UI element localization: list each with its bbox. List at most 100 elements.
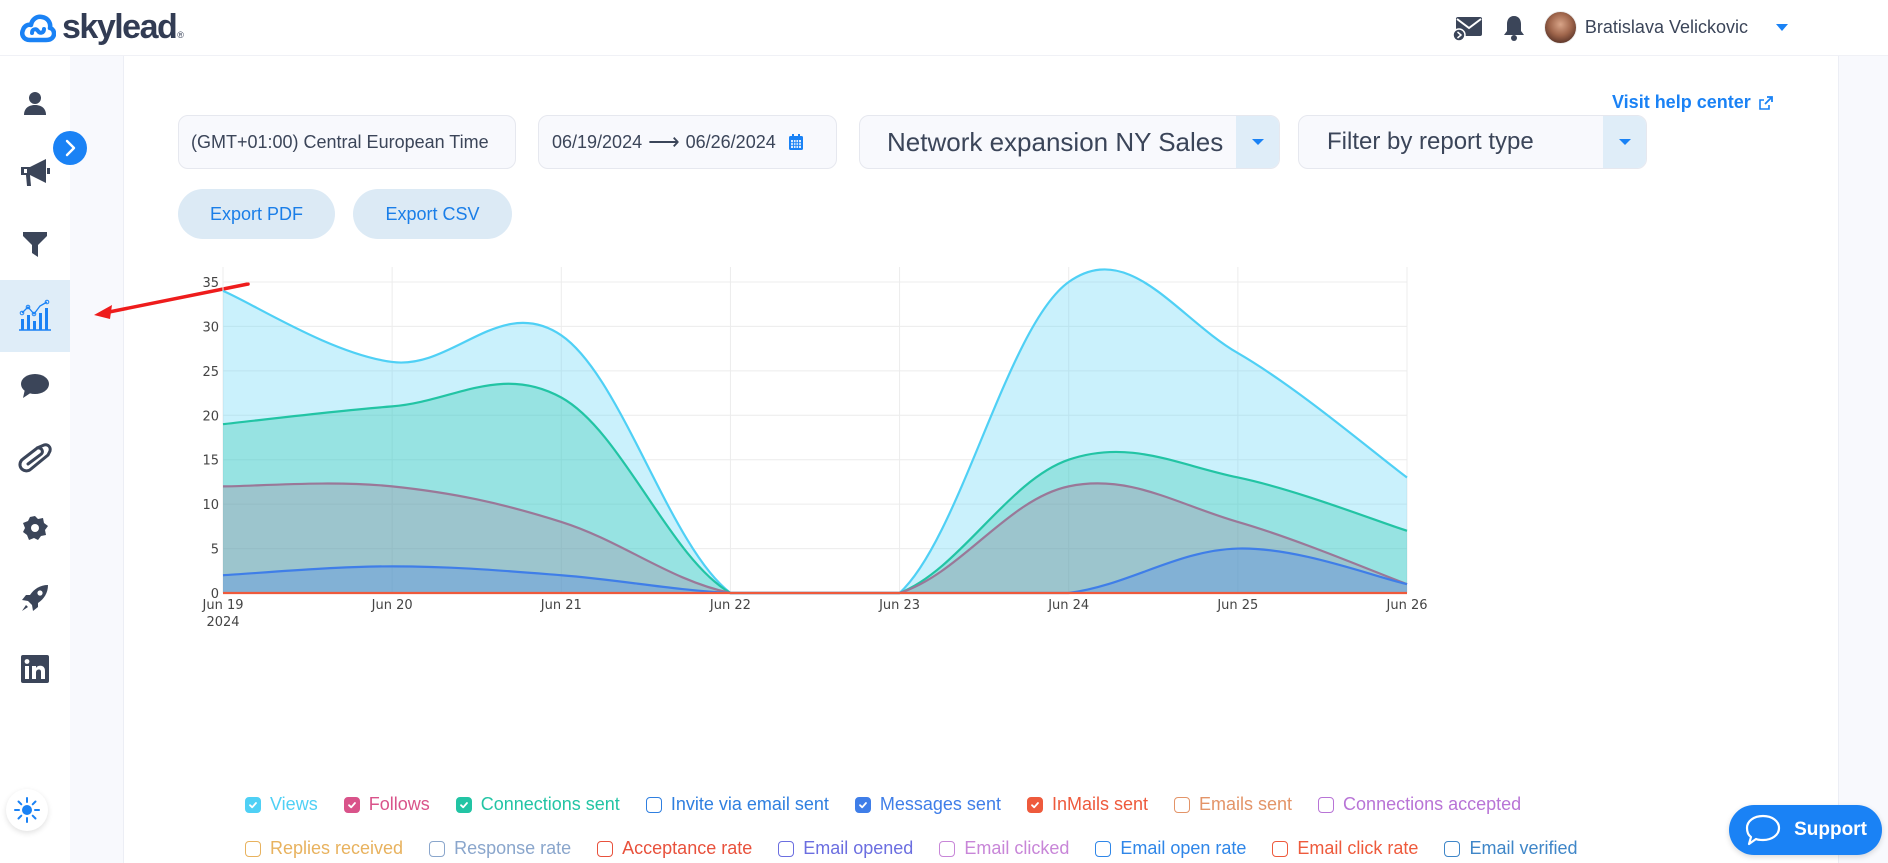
legend-item-acceptance-rate[interactable]: Acceptance rate	[597, 838, 752, 859]
sidebar-expand-button[interactable]	[53, 131, 87, 165]
legend-checkbox[interactable]	[854, 796, 871, 813]
chart-lines	[222, 268, 1408, 595]
legend-item-views[interactable]: Views	[245, 794, 318, 815]
legend-label: Email opened	[803, 838, 914, 858]
line-views	[222, 268, 1408, 595]
legend-checkbox[interactable]	[429, 840, 446, 857]
legend-item-response-rate[interactable]: Response rate	[429, 838, 571, 859]
legend-label: Acceptance rate	[622, 838, 753, 858]
chevron-down-icon	[1618, 139, 1631, 145]
legend-checkbox[interactable]	[343, 796, 360, 813]
legend-item-emails-sent[interactable]: Emails sent	[1174, 794, 1292, 815]
report-type-placeholder: Filter by report type	[1327, 128, 1534, 155]
sidebar-item-linkedin-accounts[interactable]	[0, 639, 70, 699]
legend-label: Invite via email sent	[670, 794, 829, 814]
campaign-select-value: Network expansion NY Sales	[887, 126, 1224, 157]
sidebar-item-onboarding[interactable]	[0, 568, 70, 628]
funnel-icon	[23, 232, 47, 257]
legend-checkbox[interactable]	[778, 840, 795, 857]
legend-checkbox[interactable]	[1095, 840, 1112, 857]
bell-icon[interactable]	[1498, 12, 1530, 44]
line-connections-sent	[222, 382, 1408, 595]
legend-checkbox[interactable]	[1174, 796, 1190, 813]
x-tick-label: Jun 19	[202, 598, 244, 613]
report-type-select-toggle[interactable]	[1603, 116, 1646, 168]
legend-checkbox[interactable]	[455, 796, 472, 813]
legend-checkbox[interactable]	[1026, 796, 1043, 813]
checkmark-icon	[459, 801, 468, 808]
legend-item-email-click-rate[interactable]: Email click rate	[1272, 838, 1418, 859]
area-views	[223, 269, 1407, 593]
x-tick-label: Jun 25	[1216, 598, 1258, 613]
sidebar-item-contacts[interactable]	[0, 73, 70, 133]
date-arrow-icon: ⟶	[648, 129, 680, 154]
legend-item-email-opened[interactable]: Email opened	[778, 838, 913, 859]
checkmark-icon	[1031, 801, 1039, 808]
report-type-select[interactable]: Filter by report type	[1298, 115, 1647, 169]
sidebar-item-inbox[interactable]	[0, 356, 70, 416]
chart-grid	[222, 267, 1408, 594]
legend-item-invite-via-email-sent[interactable]: Invite via email sent	[645, 794, 829, 815]
sidebar-item-reports[interactable]	[0, 280, 70, 352]
legend-label: Replies received	[270, 838, 404, 858]
x-tick-label: Jun 21	[540, 598, 582, 613]
legend-label: Follows	[368, 794, 430, 814]
timezone-select[interactable]: (GMT+01:00) Central European Time	[178, 115, 516, 169]
sidebar-item-settings[interactable]	[0, 498, 70, 558]
legend-checkbox[interactable]	[645, 796, 662, 813]
legend-item-follows[interactable]: Follows	[343, 794, 430, 815]
help-center-link[interactable]: Visit help center	[1612, 92, 1773, 113]
user-icon	[24, 92, 46, 115]
support-button[interactable]: Support	[1729, 805, 1882, 855]
sun-icon	[14, 797, 40, 823]
sidebar-item-filters[interactable]	[0, 214, 70, 274]
linkedin-icon	[21, 655, 49, 683]
registered-mark: ®	[177, 29, 184, 40]
legend-label: Connections accepted	[1343, 794, 1522, 814]
campaign-select-toggle[interactable]	[1236, 116, 1279, 168]
email-campaign-icon[interactable]	[1452, 12, 1484, 44]
legend-label: Views	[270, 794, 318, 814]
legend-item-email-verified[interactable]: Email verified	[1444, 838, 1578, 859]
legend-item-email-open-rate[interactable]: Email open rate	[1095, 838, 1246, 859]
legend-checkbox[interactable]	[1444, 840, 1461, 857]
date-from: 06/19/2024	[552, 131, 643, 152]
date-range-picker[interactable]: 06/19/2024 ⟶ 06/26/2024	[538, 115, 837, 169]
chevron-down-icon	[1251, 139, 1264, 145]
export-pdf-button[interactable]: Export PDF	[178, 189, 335, 239]
avatar[interactable]	[1543, 11, 1577, 44]
legend-item-replies-received[interactable]: Replies received	[245, 838, 403, 859]
export-csv-button[interactable]: Export CSV	[353, 189, 512, 239]
sidebar-item-integrations[interactable]	[0, 428, 70, 488]
gear-icon	[23, 516, 48, 540]
legend-checkbox[interactable]	[1272, 840, 1289, 857]
logo[interactable]: skylead ®	[20, 8, 184, 47]
legend-item-connections-sent[interactable]: Connections sent	[455, 794, 620, 815]
legend-label: Email clicked	[964, 838, 1070, 858]
x-tick-label: Jun 20	[371, 598, 413, 613]
chart-areas	[223, 269, 1407, 593]
legend-checkbox[interactable]	[245, 796, 261, 813]
chevron-right-icon	[65, 139, 76, 157]
legend-checkbox[interactable]	[597, 840, 614, 857]
timezone-value: (GMT+01:00) Central European Time	[191, 131, 489, 152]
legend-label: Email open rate	[1120, 838, 1247, 858]
legend-item-email-clicked[interactable]: Email clicked	[939, 838, 1069, 859]
chevron-down-icon[interactable]	[1776, 24, 1788, 31]
legend-checkbox[interactable]	[1318, 796, 1335, 813]
brand-name: skylead	[62, 8, 178, 46]
calendar-icon	[788, 134, 803, 150]
y-tick-label: 20	[202, 409, 219, 424]
legend-item-inmails-sent[interactable]: InMails sent	[1026, 794, 1148, 815]
y-tick-label: 15	[202, 454, 219, 469]
legend-checkbox[interactable]	[245, 840, 261, 857]
campaign-select[interactable]: Network expansion NY Sales	[859, 115, 1280, 169]
area-connections-sent	[223, 383, 1407, 593]
legend-item-messages-sent[interactable]: Messages sent	[854, 794, 1001, 815]
legend-row-1: Views Follows Connections sent Invite via e…	[245, 794, 1547, 815]
checkmark-icon	[347, 801, 356, 808]
legend-checkbox[interactable]	[939, 840, 956, 857]
user-name[interactable]: Bratislava Velickovic	[1585, 17, 1748, 38]
theme-toggle-button[interactable]	[6, 789, 48, 831]
legend-item-connections-accepted[interactable]: Connections accepted	[1318, 794, 1521, 815]
